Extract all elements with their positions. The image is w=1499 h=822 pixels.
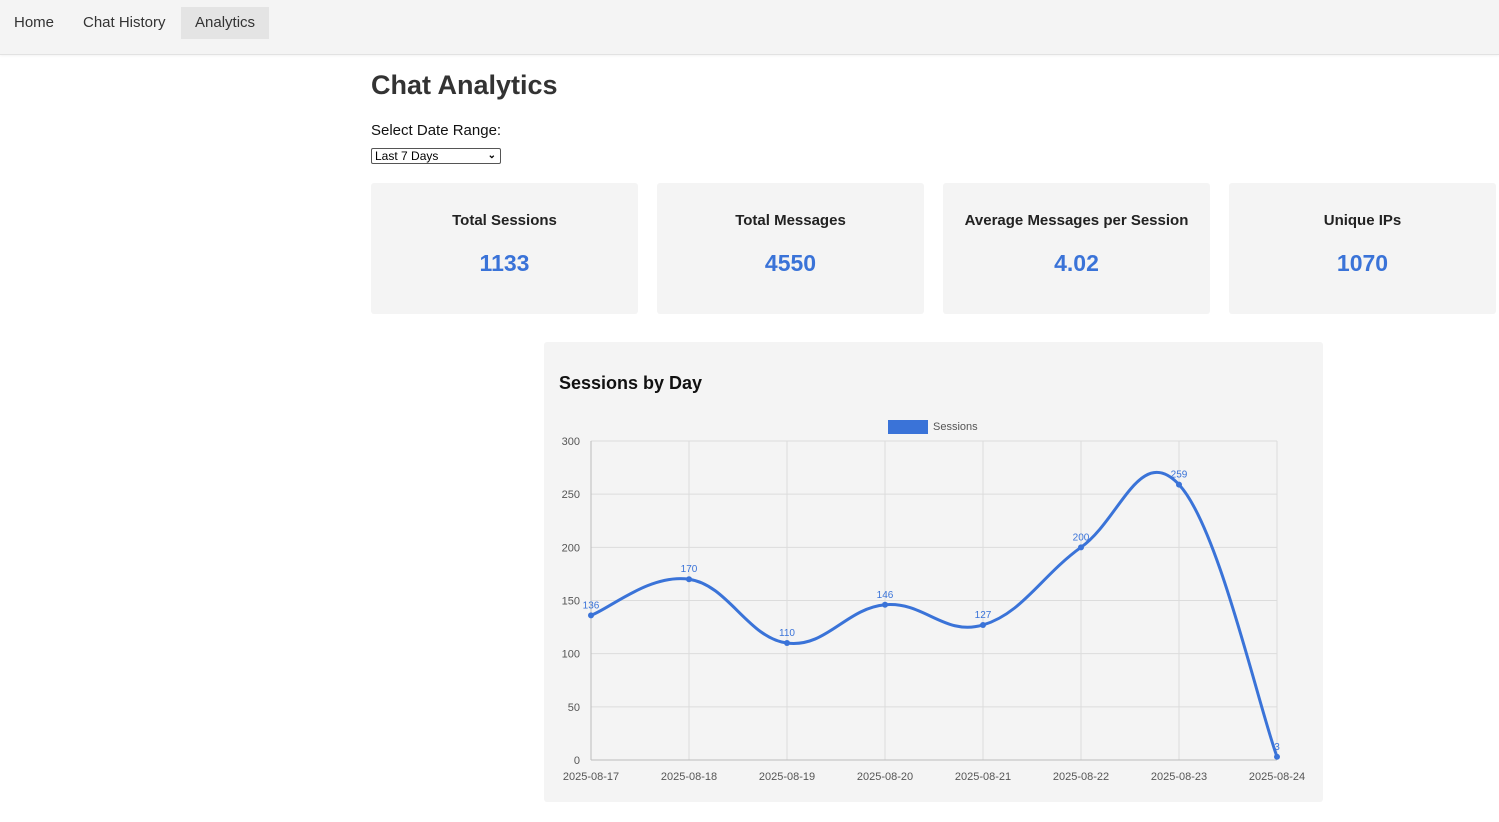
data-label: 136: [583, 600, 600, 611]
x-tick-label: 2025-08-23: [1151, 771, 1207, 783]
x-tick-label: 2025-08-17: [563, 771, 619, 783]
total-sessions-value: 1133: [479, 250, 530, 276]
page-title: Chat Analytics: [371, 70, 558, 100]
avg-messages-value: 4.02: [1054, 250, 1099, 276]
total-messages-value: 4550: [764, 250, 817, 276]
legend-swatch: [888, 420, 928, 434]
top-navbar: Home Chat History Analytics: [0, 0, 1499, 55]
sessions-series-line: [590, 470, 1279, 758]
total-messages-card: Total Messages 4550: [657, 183, 924, 314]
x-tick-label: 2025-08-19: [759, 771, 815, 783]
nav-chat-history-link[interactable]: Chat History: [69, 7, 180, 39]
data-label: 146: [877, 590, 894, 601]
data-point: [1274, 753, 1280, 760]
y-tick-label: 100: [562, 649, 580, 661]
data-label: 127: [975, 610, 992, 621]
y-tick-label: 50: [568, 702, 580, 714]
data-point: [1176, 481, 1182, 488]
unique-ips-card: Unique IPs 1070: [1229, 183, 1496, 314]
y-tick-label: 250: [562, 489, 580, 501]
data-point: [686, 576, 692, 583]
data-label: 110: [779, 628, 795, 639]
avg-messages-label: Average Messages per Session: [964, 212, 1189, 229]
chevron-down-icon: ⌄: [487, 150, 496, 161]
unique-ips-label: Unique IPs: [1323, 212, 1402, 229]
unique-ips-value: 1070: [1336, 250, 1389, 276]
nav-home-link[interactable]: Home: [0, 7, 68, 39]
legend-label: Sessions: [933, 421, 978, 433]
data-point: [588, 612, 594, 619]
data-label: 259: [1171, 470, 1188, 481]
y-tick-label: 300: [562, 436, 580, 448]
x-tick-label: 2025-08-22: [1053, 771, 1109, 783]
data-point: [1078, 544, 1084, 551]
data-label: 170: [681, 564, 698, 575]
total-messages-label: Total Messages: [735, 212, 846, 229]
data-label: 3: [1274, 742, 1280, 753]
x-tick-label: 2025-08-21: [955, 771, 1011, 783]
total-sessions-label: Total Sessions: [452, 212, 557, 229]
y-tick-label: 150: [562, 596, 580, 608]
data-point: [980, 621, 986, 628]
y-tick-label: 0: [574, 755, 580, 767]
date-range-label: Select Date Range:: [371, 122, 502, 139]
avg-messages-card: Average Messages per Session 4.02: [943, 183, 1210, 314]
data-label: 200: [1073, 532, 1090, 543]
x-tick-label: 2025-08-20: [857, 771, 913, 783]
date-range-select[interactable]: Last 7 Days ⌄: [371, 148, 501, 164]
x-tick-label: 2025-08-18: [661, 771, 717, 783]
data-point: [784, 640, 790, 647]
data-point: [882, 601, 888, 608]
date-range-selected-value: Last 7 Days: [375, 149, 439, 163]
nav-analytics-link[interactable]: Analytics: [181, 7, 270, 39]
x-tick-label: 2025-08-24: [1249, 771, 1305, 783]
total-sessions-card: Total Sessions 1133: [371, 183, 638, 314]
y-tick-label: 200: [562, 542, 580, 554]
sessions-line-chart: 0 50 100 150 200 250 300 2025-08-17 2025-08-18 20…: [562, 420, 1305, 783]
sessions-chart-panel: Sessions by Day 0 50 100 150 200 250 300 2025-0…: [544, 342, 1323, 802]
